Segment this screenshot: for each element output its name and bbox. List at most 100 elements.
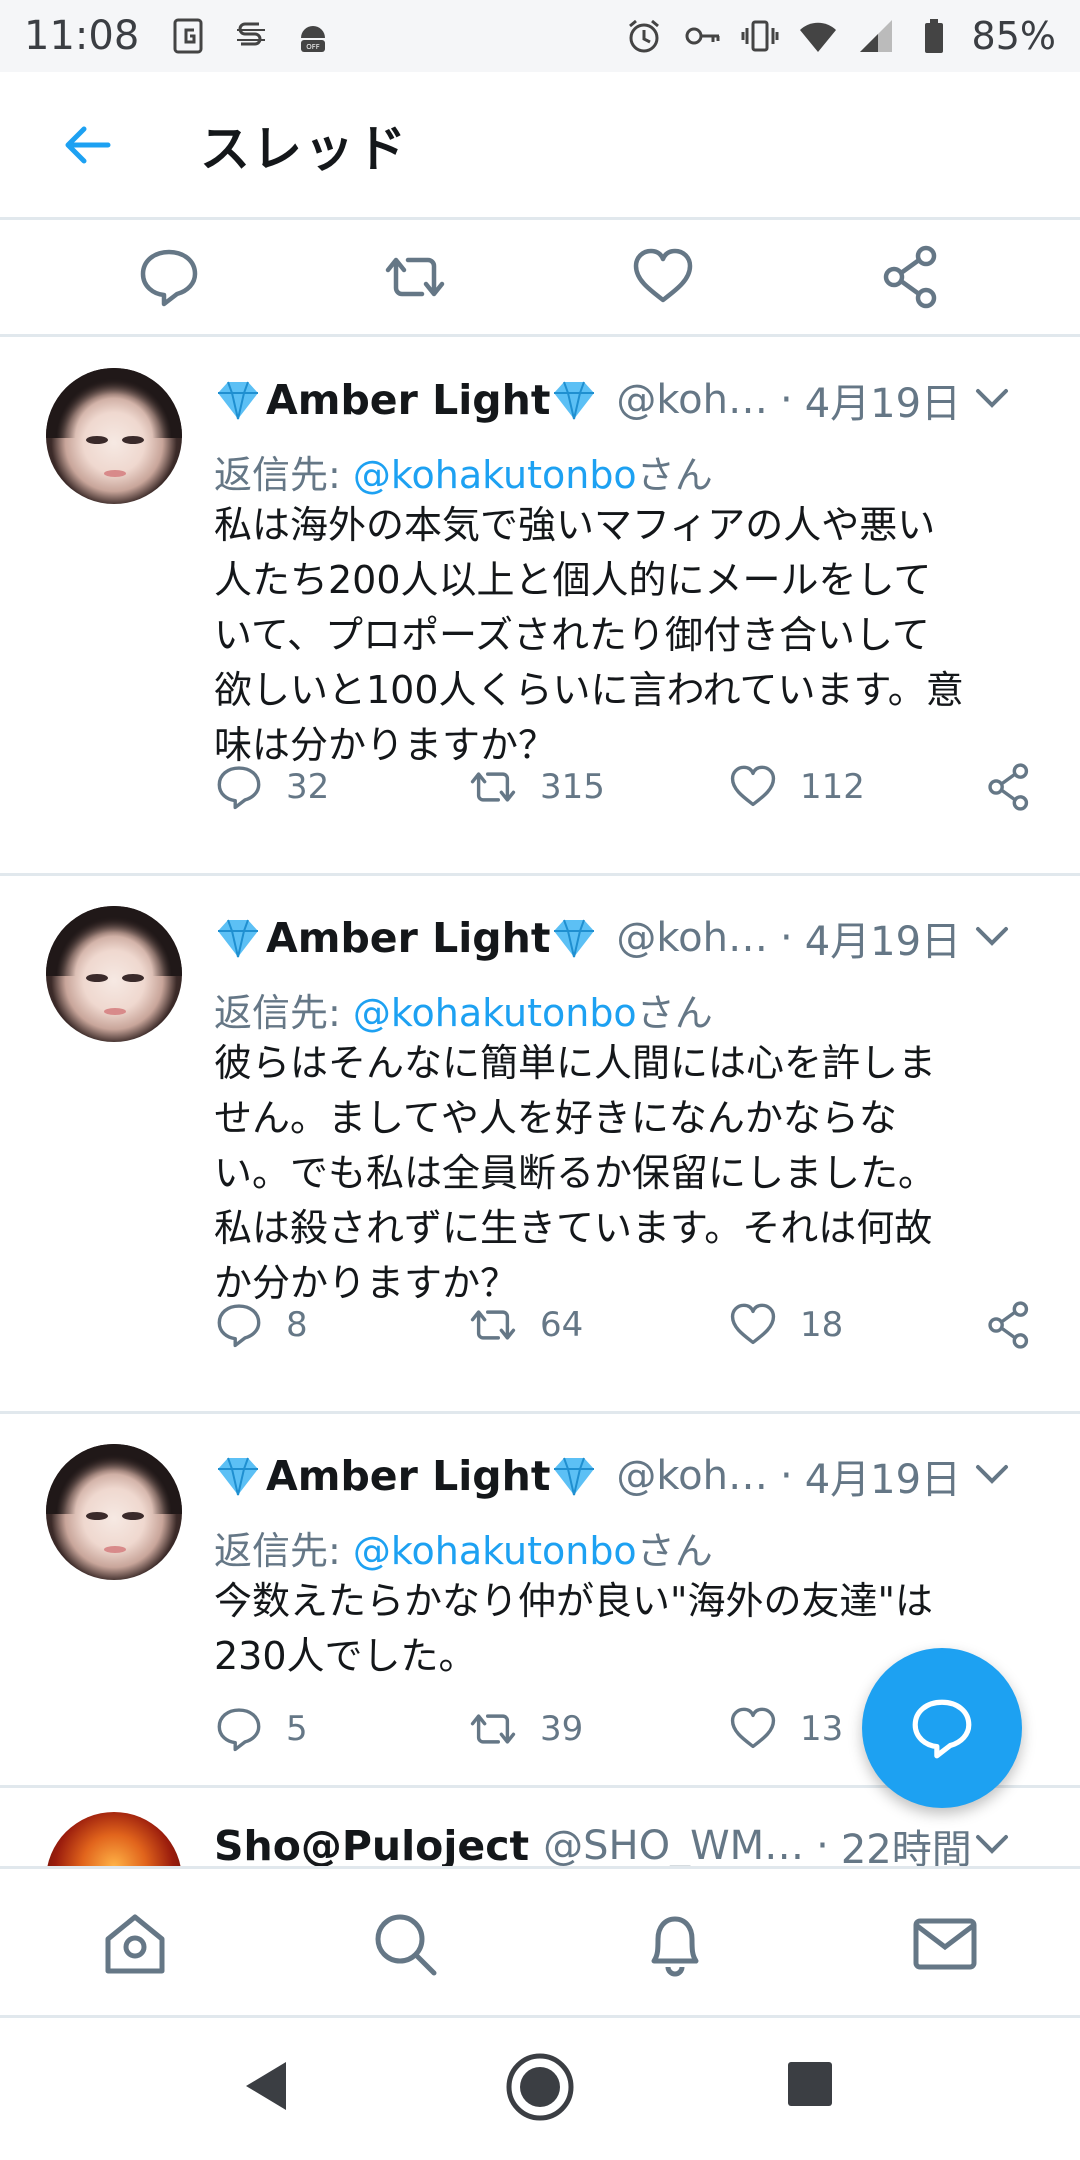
reply-to-line: 返信先: @kohakutonboさん [214,453,713,497]
tweet[interactable]: Amber Light @koh… · 4月19日 返信先: @kohakuto… [0,876,1080,1414]
retweet-count: 39 [540,1709,584,1749]
like-icon [730,1707,776,1749]
system-icons: 85% [624,14,1056,58]
tweet-date: 4月19日 [804,1457,962,1503]
parent-tweet-actions [0,222,1080,337]
chevron-down-icon[interactable] [970,914,1014,958]
separator-dot: · [779,915,793,961]
avatar[interactable] [46,906,182,1042]
separator-dot: · [816,1823,829,1869]
recents-square-icon[interactable] [786,2060,834,2108]
battery-percent: 85% [971,14,1056,58]
svg-text:OFF: OFF [307,43,321,51]
share-button[interactable] [984,762,1034,812]
reply-icon[interactable] [136,244,202,310]
user-handle[interactable]: @koh… [616,915,768,961]
avatar[interactable] [46,368,182,504]
retweet-icon[interactable] [382,244,448,310]
tweet-header: Amber Light @koh… · 4月19日 [214,908,1054,968]
retweet-button[interactable]: 64 [468,1300,583,1350]
separator-dot: · [779,1453,793,1499]
reply-button[interactable]: 8 [214,1300,308,1350]
reply-icon [912,1699,972,1759]
separator-dot: · [779,377,793,423]
reply-icon [217,1304,261,1348]
user-handle[interactable]: @SHO_WM… [543,1823,804,1869]
chevron-down-icon[interactable] [970,1822,1014,1866]
retweet-count: 64 [540,1305,584,1345]
diamond-emoji-icon [554,1457,595,1496]
like-count: 112 [800,767,865,807]
retweet-count: 315 [540,767,605,807]
status-bar: 11:08 OFF 85% [0,0,1080,72]
tweet-actions: 32 315 112 [214,762,1054,822]
notifications-bell-icon[interactable] [640,1909,710,1979]
share-icon [988,1301,1029,1349]
reply-button[interactable]: 32 [214,762,329,812]
reply-to-link[interactable]: @kohakutonbo [353,1529,637,1573]
reply-to-link[interactable]: @kohakutonbo [353,453,637,497]
display-name[interactable]: Amber Light [266,914,550,962]
signal-icon [859,20,892,52]
like-icon[interactable] [630,244,696,310]
share-button[interactable] [984,1300,1034,1350]
retweet-button[interactable]: 315 [468,762,605,812]
page-title: スレッド [200,119,408,178]
diamond-emoji-icon [218,919,258,958]
like-count: 13 [800,1709,844,1749]
display-name[interactable]: Amber Light [266,376,550,424]
alarm-icon [628,19,659,53]
search-icon[interactable] [370,1909,440,1979]
reply-button[interactable]: 5 [214,1704,308,1754]
reply-to-line: 返信先: @kohakutonboさん [214,1529,713,1573]
reply-fab-button[interactable] [862,1648,1022,1808]
app-header: スレッド [0,72,1080,220]
display-name[interactable]: Amber Light [266,1452,550,1500]
like-button[interactable]: 13 [728,1704,843,1754]
like-button[interactable]: 112 [728,762,865,812]
reply-to-line: 返信先: @kohakutonboさん [214,991,713,1035]
retweet-icon [470,1310,516,1340]
wifi-icon [799,22,836,52]
share-icon[interactable] [878,244,944,310]
user-handle[interactable]: @koh… [616,377,768,423]
retweet-button[interactable]: 39 [468,1704,583,1754]
like-button[interactable]: 18 [728,1300,843,1350]
like-count: 18 [800,1305,844,1345]
reply-to-link[interactable]: @kohakutonbo [353,991,637,1035]
tweet[interactable]: Amber Light @koh… · 4月19日 返信先: @kohakuto… [0,338,1080,876]
app-g-icon [173,18,203,54]
tweet-header: Amber Light @koh… · 4月19日 [214,1446,1054,1506]
tweet-header: Amber Light @koh… · 4月19日 [214,370,1054,430]
messages-envelope-icon[interactable] [910,1909,980,1979]
reply-count: 32 [286,767,330,807]
battery-icon [924,19,943,53]
status-time: 11:08 [24,13,140,59]
back-triangle-icon[interactable] [242,2058,290,2114]
tweet-text: 私は海外の本気で強いマフィアの人や悪い 人たち200人以上と個人的にメールをして… [214,503,964,767]
app-s-icon [237,22,266,46]
avatar[interactable] [46,1444,182,1580]
retweet-icon [470,1714,516,1744]
reply-icon [217,766,261,810]
tweet-date: 4月19日 [804,919,962,965]
home-icon[interactable] [100,1909,170,1979]
like-icon [730,1303,776,1345]
home-circle-icon[interactable] [505,2052,575,2122]
diamond-emoji-icon [554,381,595,420]
chevron-down-icon[interactable] [970,1452,1014,1496]
user-handle[interactable]: @koh… [616,1453,768,1499]
android-on-off-icon: OFF [301,26,326,52]
reply-icon [217,1708,261,1752]
notification-icons: OFF [169,16,333,56]
display-name[interactable]: Sho@Puloject [214,1822,529,1870]
back-button[interactable] [0,71,200,219]
diamond-emoji-icon [554,919,595,958]
diamond-emoji-icon [218,1457,258,1496]
like-icon [730,765,776,807]
key-icon [685,27,720,45]
chevron-down-icon[interactable] [970,376,1014,420]
system-navigation-bar [0,2018,1080,2160]
retweet-icon [470,772,516,802]
back-arrow-icon [65,126,111,163]
